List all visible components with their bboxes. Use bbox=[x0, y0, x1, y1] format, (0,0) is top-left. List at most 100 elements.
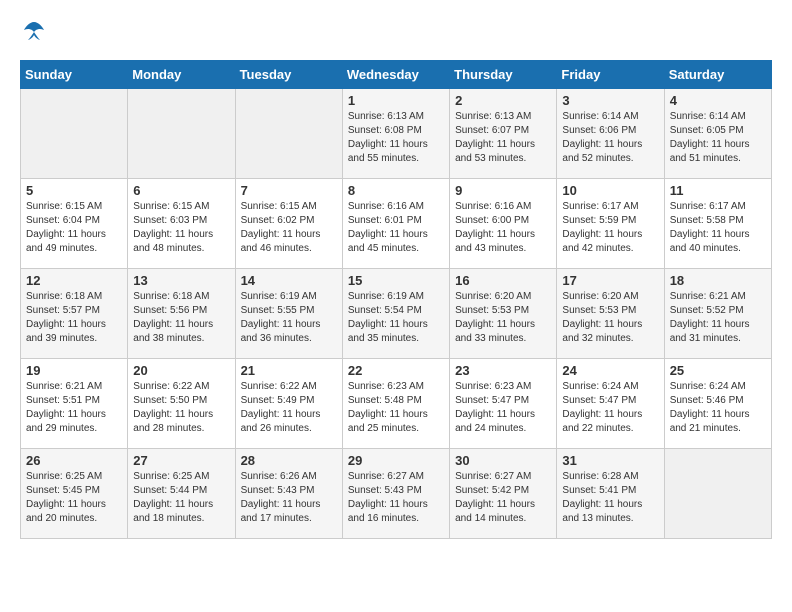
day-number: 28 bbox=[241, 453, 337, 468]
day-info: Sunrise: 6:25 AM Sunset: 5:44 PM Dayligh… bbox=[133, 470, 229, 526]
day-number: 6 bbox=[133, 183, 229, 198]
day-number: 23 bbox=[455, 363, 551, 378]
calendar-cell: 7 Sunrise: 6:15 AM Sunset: 6:02 PM Daylig… bbox=[235, 179, 342, 269]
day-info: Sunrise: 6:17 AM Sunset: 5:58 PM Dayligh… bbox=[670, 200, 766, 256]
calendar-cell: 3 Sunrise: 6:14 AM Sunset: 6:06 PM Daylig… bbox=[557, 89, 664, 179]
logo bbox=[20, 20, 52, 44]
calendar-cell: 9 Sunrise: 6:16 AM Sunset: 6:00 PM Daylig… bbox=[450, 179, 557, 269]
day-number: 29 bbox=[348, 453, 444, 468]
day-info: Sunrise: 6:25 AM Sunset: 5:45 PM Dayligh… bbox=[26, 470, 122, 526]
day-info: Sunrise: 6:16 AM Sunset: 6:00 PM Dayligh… bbox=[455, 200, 551, 256]
weekday-header: Monday bbox=[128, 61, 235, 89]
calendar-header: SundayMondayTuesdayWednesdayThursdayFrid… bbox=[21, 61, 772, 89]
day-info: Sunrise: 6:22 AM Sunset: 5:50 PM Dayligh… bbox=[133, 380, 229, 436]
day-number: 12 bbox=[26, 273, 122, 288]
calendar-week-row: 12 Sunrise: 6:18 AM Sunset: 5:57 PM Dayli… bbox=[21, 269, 772, 359]
weekday-header: Saturday bbox=[664, 61, 771, 89]
calendar-cell: 5Sunrise: 6:15 AM Sunset: 6:04 PM Daylig… bbox=[21, 179, 128, 269]
day-number: 27 bbox=[133, 453, 229, 468]
day-number: 18 bbox=[670, 273, 766, 288]
day-info: Sunrise: 6:26 AM Sunset: 5:43 PM Dayligh… bbox=[241, 470, 337, 526]
day-number: 26 bbox=[26, 453, 122, 468]
day-number: 4 bbox=[670, 93, 766, 108]
calendar-cell: 19Sunrise: 6:21 AM Sunset: 5:51 PM Dayli… bbox=[21, 359, 128, 449]
calendar-cell bbox=[664, 449, 771, 539]
calendar-cell: 28 Sunrise: 6:26 AM Sunset: 5:43 PM Dayli… bbox=[235, 449, 342, 539]
day-info: Sunrise: 6:15 AM Sunset: 6:03 PM Dayligh… bbox=[133, 200, 229, 256]
page-header bbox=[20, 20, 772, 44]
weekday-header: Wednesday bbox=[342, 61, 449, 89]
day-info: Sunrise: 6:17 AM Sunset: 5:59 PM Dayligh… bbox=[562, 200, 658, 256]
day-info: Sunrise: 6:14 AM Sunset: 6:06 PM Dayligh… bbox=[562, 110, 658, 166]
calendar-cell: 15 Sunrise: 6:19 AM Sunset: 5:54 PM Dayli… bbox=[342, 269, 449, 359]
calendar-cell: 14Sunrise: 6:19 AM Sunset: 5:55 PM Dayli… bbox=[235, 269, 342, 359]
calendar-cell: 21Sunrise: 6:22 AM Sunset: 5:49 PM Dayli… bbox=[235, 359, 342, 449]
calendar-cell: 23 Sunrise: 6:23 AM Sunset: 5:47 PM Dayli… bbox=[450, 359, 557, 449]
day-number: 1 bbox=[348, 93, 444, 108]
weekday-row: SundayMondayTuesdayWednesdayThursdayFrid… bbox=[21, 61, 772, 89]
day-number: 2 bbox=[455, 93, 551, 108]
day-number: 20 bbox=[133, 363, 229, 378]
calendar-cell: 27 Sunrise: 6:25 AM Sunset: 5:44 PM Dayli… bbox=[128, 449, 235, 539]
calendar-cell: 2 Sunrise: 6:13 AM Sunset: 6:07 PM Daylig… bbox=[450, 89, 557, 179]
day-number: 7 bbox=[241, 183, 337, 198]
day-number: 9 bbox=[455, 183, 551, 198]
day-number: 15 bbox=[348, 273, 444, 288]
day-number: 17 bbox=[562, 273, 658, 288]
calendar-cell: 31 Sunrise: 6:28 AM Sunset: 5:41 PM Dayli… bbox=[557, 449, 664, 539]
day-number: 13 bbox=[133, 273, 229, 288]
calendar-cell: 4 Sunrise: 6:14 AM Sunset: 6:05 PM Daylig… bbox=[664, 89, 771, 179]
weekday-header: Sunday bbox=[21, 61, 128, 89]
calendar-cell bbox=[21, 89, 128, 179]
day-info: Sunrise: 6:13 AM Sunset: 6:08 PM Dayligh… bbox=[348, 110, 444, 166]
day-info: Sunrise: 6:20 AM Sunset: 5:53 PM Dayligh… bbox=[455, 290, 551, 346]
day-number: 31 bbox=[562, 453, 658, 468]
day-number: 24 bbox=[562, 363, 658, 378]
calendar-cell: 11 Sunrise: 6:17 AM Sunset: 5:58 PM Dayli… bbox=[664, 179, 771, 269]
day-info: Sunrise: 6:19 AM Sunset: 5:55 PM Dayligh… bbox=[241, 290, 337, 346]
calendar-week-row: 5Sunrise: 6:15 AM Sunset: 6:04 PM Daylig… bbox=[21, 179, 772, 269]
day-info: Sunrise: 6:20 AM Sunset: 5:53 PM Dayligh… bbox=[562, 290, 658, 346]
day-info: Sunrise: 6:18 AM Sunset: 5:57 PM Dayligh… bbox=[26, 290, 122, 346]
day-number: 3 bbox=[562, 93, 658, 108]
calendar-cell: 26 Sunrise: 6:25 AM Sunset: 5:45 PM Dayli… bbox=[21, 449, 128, 539]
calendar-cell: 6 Sunrise: 6:15 AM Sunset: 6:03 PM Daylig… bbox=[128, 179, 235, 269]
calendar-cell: 1 Sunrise: 6:13 AM Sunset: 6:08 PM Daylig… bbox=[342, 89, 449, 179]
day-number: 21 bbox=[241, 363, 337, 378]
calendar-cell: 13 Sunrise: 6:18 AM Sunset: 5:56 PM Dayli… bbox=[128, 269, 235, 359]
weekday-header: Friday bbox=[557, 61, 664, 89]
logo-icon bbox=[20, 20, 48, 44]
day-info: Sunrise: 6:14 AM Sunset: 6:05 PM Dayligh… bbox=[670, 110, 766, 166]
day-info: Sunrise: 6:15 AM Sunset: 6:02 PM Dayligh… bbox=[241, 200, 337, 256]
day-info: Sunrise: 6:28 AM Sunset: 5:41 PM Dayligh… bbox=[562, 470, 658, 526]
weekday-header: Tuesday bbox=[235, 61, 342, 89]
day-info: Sunrise: 6:23 AM Sunset: 5:47 PM Dayligh… bbox=[455, 380, 551, 436]
calendar-cell: 16 Sunrise: 6:20 AM Sunset: 5:53 PM Dayli… bbox=[450, 269, 557, 359]
calendar-cell: 24 Sunrise: 6:24 AM Sunset: 5:47 PM Dayli… bbox=[557, 359, 664, 449]
calendar-table: SundayMondayTuesdayWednesdayThursdayFrid… bbox=[20, 60, 772, 539]
day-number: 30 bbox=[455, 453, 551, 468]
day-info: Sunrise: 6:13 AM Sunset: 6:07 PM Dayligh… bbox=[455, 110, 551, 166]
calendar-week-row: 19Sunrise: 6:21 AM Sunset: 5:51 PM Dayli… bbox=[21, 359, 772, 449]
calendar-cell: 18 Sunrise: 6:21 AM Sunset: 5:52 PM Dayli… bbox=[664, 269, 771, 359]
calendar-cell: 30 Sunrise: 6:27 AM Sunset: 5:42 PM Dayli… bbox=[450, 449, 557, 539]
calendar-cell: 12 Sunrise: 6:18 AM Sunset: 5:57 PM Dayli… bbox=[21, 269, 128, 359]
day-number: 16 bbox=[455, 273, 551, 288]
calendar-cell: 17 Sunrise: 6:20 AM Sunset: 5:53 PM Dayli… bbox=[557, 269, 664, 359]
calendar-body: 1 Sunrise: 6:13 AM Sunset: 6:08 PM Daylig… bbox=[21, 89, 772, 539]
day-info: Sunrise: 6:18 AM Sunset: 5:56 PM Dayligh… bbox=[133, 290, 229, 346]
calendar-cell: 25Sunrise: 6:24 AM Sunset: 5:46 PM Dayli… bbox=[664, 359, 771, 449]
day-info: Sunrise: 6:24 AM Sunset: 5:46 PM Dayligh… bbox=[670, 380, 766, 436]
calendar-week-row: 26 Sunrise: 6:25 AM Sunset: 5:45 PM Dayli… bbox=[21, 449, 772, 539]
day-info: Sunrise: 6:27 AM Sunset: 5:42 PM Dayligh… bbox=[455, 470, 551, 526]
calendar-cell: 20 Sunrise: 6:22 AM Sunset: 5:50 PM Dayli… bbox=[128, 359, 235, 449]
day-info: Sunrise: 6:19 AM Sunset: 5:54 PM Dayligh… bbox=[348, 290, 444, 346]
day-info: Sunrise: 6:24 AM Sunset: 5:47 PM Dayligh… bbox=[562, 380, 658, 436]
calendar-cell: 10 Sunrise: 6:17 AM Sunset: 5:59 PM Dayli… bbox=[557, 179, 664, 269]
day-number: 8 bbox=[348, 183, 444, 198]
day-number: 11 bbox=[670, 183, 766, 198]
day-info: Sunrise: 6:21 AM Sunset: 5:52 PM Dayligh… bbox=[670, 290, 766, 346]
day-number: 10 bbox=[562, 183, 658, 198]
weekday-header: Thursday bbox=[450, 61, 557, 89]
calendar-cell bbox=[235, 89, 342, 179]
